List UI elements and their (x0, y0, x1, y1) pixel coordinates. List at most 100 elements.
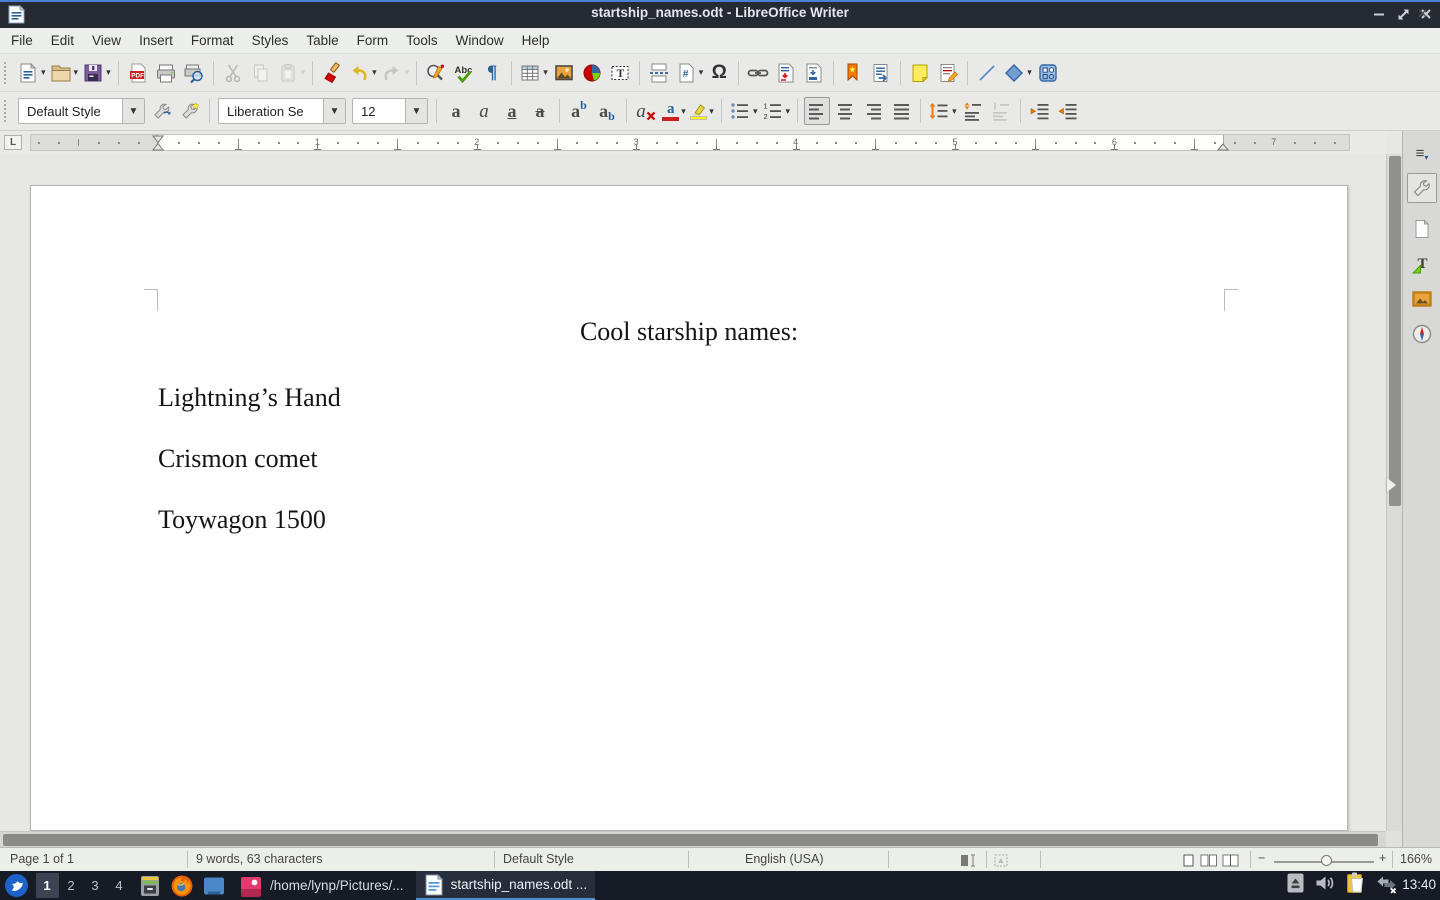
sidebar-tab-properties[interactable] (1407, 173, 1437, 203)
size-dropdown-arrow[interactable]: ▼ (405, 99, 427, 123)
undo-dropdown-arrow[interactable]: ▾ (372, 67, 377, 78)
horizontal-scrollbar[interactable] (0, 831, 1386, 847)
clipboard-manager-icon[interactable] (1345, 871, 1366, 900)
document-canvas[interactable]: Cool starship names: Lightning’s HandCri… (0, 154, 1386, 831)
draw-functions-button[interactable] (1035, 59, 1061, 87)
zoom-level-status[interactable]: 166% (1400, 852, 1432, 866)
horizontal-ruler[interactable]: 1234567 (30, 134, 1350, 151)
highlight-dropdown-arrow[interactable]: ▾ (709, 106, 714, 117)
font-dropdown-arrow[interactable]: ▼ (323, 99, 345, 123)
zoom-out-button[interactable]: − (1258, 851, 1265, 865)
export-pdf-button[interactable]: PDF (125, 59, 151, 87)
field-dropdown-arrow[interactable]: ▾ (699, 67, 704, 78)
vertical-scrollbar-thumb[interactable] (1389, 156, 1401, 506)
file-manager-launcher[interactable] (137, 873, 163, 899)
new-dropdown-arrow[interactable]: ▾ (41, 67, 46, 78)
workspace-2[interactable]: 2 (60, 873, 83, 898)
basic-shapes-button[interactable]: ▾ (1002, 59, 1033, 87)
numbering-dropdown-arrow[interactable]: ▾ (786, 106, 791, 117)
bullets-dropdown-arrow[interactable]: ▾ (753, 106, 758, 117)
minimize-button[interactable] (1370, 6, 1388, 22)
page-number-status[interactable]: Page 1 of 1 (10, 852, 74, 866)
document-paragraph[interactable]: Toywagon 1500 (158, 505, 326, 535)
menu-format[interactable]: Format (182, 29, 243, 52)
document-page[interactable]: Cool starship names: Lightning’s HandCri… (30, 185, 1348, 831)
insert-text-box-button[interactable]: T (607, 59, 633, 87)
selection-mode-icon[interactable] (994, 854, 1009, 870)
word-count-status[interactable]: 9 words, 63 characters (196, 852, 322, 866)
track-changes-button[interactable] (935, 59, 961, 87)
insert-table-button[interactable]: ▾ (518, 59, 549, 87)
align-left-button[interactable] (804, 97, 830, 125)
style-dropdown-arrow[interactable]: ▼ (122, 99, 144, 123)
insert-line-button[interactable] (974, 59, 1000, 87)
sidebar-hide-handle[interactable] (1387, 478, 1403, 492)
strikethrough-button[interactable]: a (527, 97, 553, 125)
insert-image-button[interactable] (551, 59, 577, 87)
close-document-icon[interactable]: ✕ (1417, 6, 1428, 22)
highlight-color-button[interactable]: ▾ (689, 97, 715, 125)
restore-button[interactable] (1394, 6, 1412, 22)
menu-window[interactable]: Window (447, 29, 513, 52)
spelling-button[interactable]: Abc (451, 59, 477, 87)
table-dropdown-arrow[interactable]: ▾ (543, 67, 548, 78)
horizontal-scrollbar-thumb[interactable] (3, 834, 1378, 846)
network-offline-icon[interactable] (1375, 872, 1398, 899)
insert-field-button[interactable]: #▾ (674, 59, 705, 87)
multi-page-view-icon[interactable] (1200, 854, 1217, 870)
menu-form[interactable]: Form (348, 29, 398, 52)
right-indent-marker[interactable] (1217, 143, 1229, 151)
removable-media-icon[interactable] (1286, 872, 1305, 899)
update-style-button[interactable] (149, 97, 175, 125)
print-button[interactable] (153, 59, 179, 87)
align-center-button[interactable] (832, 97, 858, 125)
find-replace-button[interactable] (423, 59, 449, 87)
bullet-list-button[interactable]: ▾ (728, 97, 759, 125)
open-dropdown-arrow[interactable]: ▾ (74, 67, 79, 78)
font-color-button[interactable]: a▾ (661, 97, 687, 125)
menu-file[interactable]: File (2, 29, 42, 52)
taskbar-window-writer[interactable]: startship_names.odt ... (416, 871, 596, 900)
numbered-list-button[interactable]: 12▾ (761, 97, 792, 125)
workspace-3[interactable]: 3 (84, 873, 107, 898)
window-titlebar[interactable]: startship_names.odt - LibreOffice Writer (0, 0, 1440, 28)
insert-chart-button[interactable] (579, 59, 605, 87)
menu-insert[interactable]: Insert (130, 29, 182, 52)
justify-button[interactable] (888, 97, 914, 125)
terminal-launcher[interactable] (201, 873, 227, 899)
page-style-status[interactable]: Default Style (503, 852, 574, 866)
undo-button[interactable]: ▾ (347, 59, 378, 87)
toolbar-grip[interactable] (4, 100, 11, 122)
increase-paragraph-spacing-button[interactable] (960, 97, 986, 125)
clone-formatting-button[interactable] (319, 59, 345, 87)
zoom-slider-thumb[interactable] (1321, 855, 1332, 866)
insert-endnote-button[interactable] (801, 59, 827, 87)
sidebar-settings-icon[interactable]: ≡▾ (1407, 139, 1437, 169)
shapes-dropdown-arrow[interactable]: ▾ (1027, 67, 1032, 78)
clock[interactable]: 13:40 (1402, 877, 1436, 892)
insert-cross-reference-button[interactable] (868, 59, 894, 87)
zoom-in-button[interactable]: + (1379, 851, 1386, 865)
font-name-combobox[interactable]: Liberation Se▼ (218, 98, 346, 124)
workspace-1[interactable]: 1 (36, 873, 59, 898)
decrease-indent-button[interactable] (1055, 97, 1081, 125)
insert-hyperlink-button[interactable] (745, 59, 771, 87)
document-heading[interactable]: Cool starship names: (31, 317, 1347, 347)
sidebar-tab-navigator[interactable] (1407, 319, 1437, 349)
tab-stop-selector[interactable]: L (4, 135, 22, 150)
open-button[interactable]: ▾ (49, 59, 80, 87)
menu-styles[interactable]: Styles (243, 29, 298, 52)
insert-bookmark-button[interactable] (840, 59, 866, 87)
vertical-scrollbar[interactable] (1386, 154, 1402, 831)
italic-button[interactable]: a (471, 97, 497, 125)
insert-page-break-button[interactable] (646, 59, 672, 87)
toolbar-grip[interactable] (4, 62, 11, 84)
language-status[interactable]: English (USA) (745, 852, 824, 866)
special-character-button[interactable]: Ω (706, 59, 732, 87)
menu-table[interactable]: Table (297, 29, 347, 52)
align-right-button[interactable] (860, 97, 886, 125)
menu-tools[interactable]: Tools (397, 29, 447, 52)
sidebar-tab-gallery[interactable] (1407, 284, 1437, 314)
font-color-dropdown-arrow[interactable]: ▾ (681, 106, 686, 117)
sidebar-tab-styles[interactable]: T (1407, 249, 1437, 279)
